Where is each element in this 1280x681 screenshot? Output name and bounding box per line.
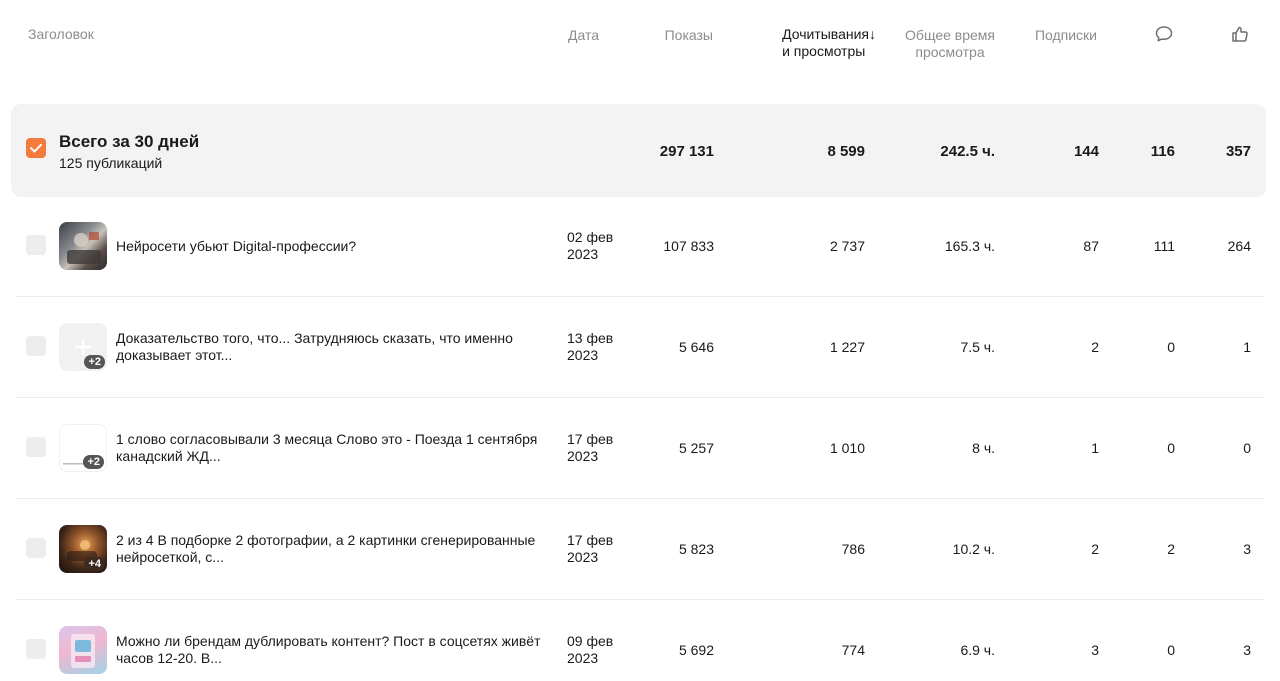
post-thumbnail[interactable]: +4 <box>59 525 107 573</box>
post-comments: 0 <box>1167 339 1175 355</box>
post-views: 107 833 <box>663 238 714 254</box>
more-images-badge: +2 <box>83 455 104 469</box>
post-date-year: 2023 <box>567 246 599 262</box>
post-comments: 2 <box>1167 541 1175 557</box>
post-date-day: 17 фев <box>567 431 614 447</box>
row-checkbox[interactable] <box>26 437 46 457</box>
row-checkbox[interactable] <box>26 336 46 356</box>
post-date-day: 13 фев <box>567 330 614 346</box>
summary-reads: 8 599 <box>827 143 865 160</box>
table-row[interactable]: Можно ли брендам дублировать контент? По… <box>0 601 1280 681</box>
column-header-title[interactable]: Заголовок <box>28 26 94 43</box>
comment-icon[interactable] <box>1154 24 1174 44</box>
image-icon <box>71 634 95 668</box>
post-title[interactable]: Можно ли брендам дублировать контент? По… <box>116 633 561 667</box>
post-time: 165.3 ч. <box>944 238 995 254</box>
post-comments: 0 <box>1167 642 1175 658</box>
post-time: 8 ч. <box>972 440 995 456</box>
column-header-subs[interactable]: Подписки <box>1035 27 1097 44</box>
post-likes: 3 <box>1243 541 1251 557</box>
post-title[interactable]: Доказательство того, что... Затрудняюсь … <box>116 330 561 364</box>
post-title[interactable]: Нейросети убьют Digital-профессии? <box>116 238 561 255</box>
checkmark-icon <box>30 143 42 153</box>
select-all-checkbox[interactable] <box>26 138 46 158</box>
column-header-views[interactable]: Показы <box>665 27 713 44</box>
summary-views: 297 131 <box>659 143 714 160</box>
post-thumbnail[interactable] <box>59 626 107 674</box>
row-checkbox[interactable] <box>26 538 46 558</box>
column-header-reads-line2: и просмотры <box>782 43 866 59</box>
table-header: Заголовок Дата Показы Дочитывания↓ и про… <box>0 0 1280 100</box>
more-images-badge: +4 <box>84 557 105 571</box>
post-date-year: 2023 <box>567 347 599 363</box>
post-time: 7.5 ч. <box>960 339 995 355</box>
post-subs: 87 <box>1083 238 1099 254</box>
post-date-day: 17 фев <box>567 532 614 548</box>
post-date-year: 2023 <box>567 549 599 565</box>
row-divider <box>16 599 1264 600</box>
post-date: 02 фев 2023 <box>567 229 627 263</box>
summary-comments: 116 <box>1150 143 1175 160</box>
post-date-year: 2023 <box>567 650 599 666</box>
post-date: 17 фев 2023 <box>567 431 627 465</box>
table-row[interactable]: +2 Доказательство того, что... Затрудняю… <box>0 298 1280 398</box>
post-date-year: 2023 <box>567 448 599 464</box>
summary-subs: 144 <box>1073 143 1099 160</box>
more-images-badge: +2 <box>84 355 105 369</box>
post-views: 5 823 <box>678 541 714 557</box>
column-header-time-line1: Общее время <box>905 27 995 43</box>
thumbs-up-icon[interactable] <box>1230 24 1250 44</box>
post-date-day: 09 фев <box>567 633 614 649</box>
summary-likes: 357 <box>1225 143 1251 160</box>
post-date: 17 фев 2023 <box>567 532 627 566</box>
row-divider <box>16 498 1264 499</box>
post-reads: 774 <box>841 642 865 658</box>
image-icon <box>67 232 101 264</box>
post-likes: 0 <box>1243 440 1251 456</box>
post-time: 10.2 ч. <box>952 541 995 557</box>
post-views: 5 692 <box>678 642 714 658</box>
table-row[interactable]: +2 1 слово согласовывали 3 месяца Слово … <box>0 399 1280 499</box>
column-header-time[interactable]: Общее время просмотра <box>905 27 995 61</box>
post-thumbnail[interactable] <box>59 222 107 270</box>
post-subs: 1 <box>1091 440 1099 456</box>
post-likes: 1 <box>1243 339 1251 355</box>
column-header-time-line2: просмотра <box>915 44 985 60</box>
post-subs: 2 <box>1091 541 1099 557</box>
row-checkbox[interactable] <box>26 235 46 255</box>
post-reads: 2 737 <box>829 238 865 254</box>
post-comments: 0 <box>1167 440 1175 456</box>
post-likes: 3 <box>1243 642 1251 658</box>
post-subs: 3 <box>1091 642 1099 658</box>
column-header-date[interactable]: Дата <box>568 27 599 44</box>
post-likes: 264 <box>1227 238 1251 254</box>
summary-title: Всего за 30 дней <box>59 132 200 151</box>
post-date: 09 фев 2023 <box>567 633 627 667</box>
table-row[interactable]: Нейросети убьют Digital-профессии? 02 фе… <box>0 197 1280 297</box>
column-header-reads[interactable]: Дочитывания↓ и просмотры <box>782 26 876 60</box>
post-views: 5 257 <box>678 440 714 456</box>
row-checkbox[interactable] <box>26 639 46 659</box>
post-title[interactable]: 1 слово согласовывали 3 месяца Слово это… <box>116 431 561 465</box>
post-thumbnail[interactable]: +2 <box>59 323 107 371</box>
post-time: 6.9 ч. <box>960 642 995 658</box>
post-date-day: 02 фев <box>567 229 614 245</box>
column-header-reads-line1: Дочитывания↓ <box>782 26 876 42</box>
post-subs: 2 <box>1091 339 1099 355</box>
post-reads: 1 227 <box>829 339 865 355</box>
post-reads: 1 010 <box>829 440 865 456</box>
summary-time: 242.5 ч. <box>940 143 995 160</box>
table-row[interactable]: +4 2 из 4 В подборке 2 фотографии, а 2 к… <box>0 500 1280 600</box>
row-divider <box>16 397 1264 398</box>
post-views: 5 646 <box>678 339 714 355</box>
post-title[interactable]: 2 из 4 В подборке 2 фотографии, а 2 карт… <box>116 532 561 566</box>
post-comments: 111 <box>1153 238 1175 254</box>
row-divider <box>16 296 1264 297</box>
post-date: 13 фев 2023 <box>567 330 627 364</box>
summary-row: Всего за 30 дней 125 публикаций 297 131 … <box>11 104 1266 197</box>
post-reads: 786 <box>841 541 865 557</box>
summary-subtitle: 125 публикаций <box>59 155 163 171</box>
post-thumbnail[interactable]: +2 <box>59 424 107 472</box>
